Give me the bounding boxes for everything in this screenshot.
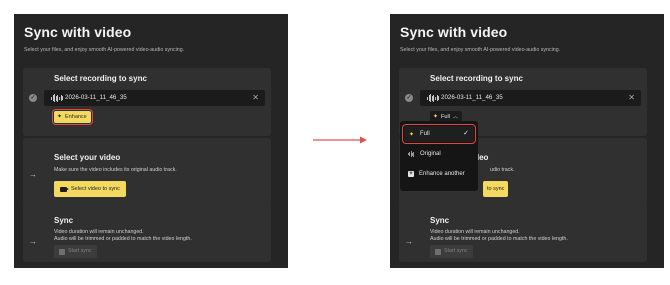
waveform-icon bbox=[51, 94, 63, 102]
start-sync-button-label: Start sync bbox=[444, 248, 468, 254]
recording-file-name: 2026-03-11_11_46_35 bbox=[441, 94, 503, 101]
checkmark-icon: ✓ bbox=[463, 130, 469, 137]
enhance-button[interactable]: ✦ Enhance bbox=[52, 109, 93, 125]
waveform-icon bbox=[427, 94, 439, 102]
sync-card-title: Sync bbox=[54, 216, 74, 225]
plus-icon: + bbox=[408, 171, 414, 177]
video-card-desc: Make sure the video includes its origina… bbox=[54, 167, 177, 173]
dropdown-item-original[interactable]: Original bbox=[404, 146, 474, 162]
close-icon[interactable]: ✕ bbox=[628, 93, 635, 103]
waveform-icon bbox=[408, 151, 415, 157]
dropdown-item-label: Enhance another bbox=[419, 171, 465, 177]
sync-card-desc-1: Video duration will remain unchanged. bbox=[54, 229, 144, 235]
dropdown-item-full[interactable]: ✦ Full ✓ bbox=[402, 124, 476, 144]
select-video-button-label: Select video to sync bbox=[71, 186, 120, 192]
select-video-button[interactable]: Select video to sync bbox=[54, 181, 126, 197]
check-icon: ✓ bbox=[405, 94, 413, 102]
arrow-right-icon: → bbox=[405, 237, 413, 246]
page-subtitle: Select your files, and enjoy smooth AI-p… bbox=[24, 47, 185, 53]
recording-card-title: Select recording to sync bbox=[430, 74, 523, 83]
sync-card-title: Sync bbox=[430, 216, 450, 225]
start-sync-button[interactable]: Start sync bbox=[54, 245, 97, 258]
page-title: Sync with video bbox=[24, 24, 132, 40]
start-sync-button-label: Start sync bbox=[68, 248, 92, 254]
recording-card: Select recording to sync ✓ 2026-03-11_11… bbox=[23, 68, 271, 136]
sync-icon bbox=[435, 248, 441, 255]
select-video-button[interactable]: to sync bbox=[483, 181, 509, 197]
arrow-right-icon: → bbox=[29, 170, 37, 179]
sparkle-icon: ✦ bbox=[408, 131, 415, 138]
video-camera-icon bbox=[60, 186, 69, 192]
sync-icon bbox=[59, 248, 65, 255]
recording-card-title: Select recording to sync bbox=[54, 74, 147, 83]
panel-after: Sync with video Select your files, and e… bbox=[390, 14, 664, 268]
close-icon[interactable]: ✕ bbox=[252, 93, 259, 103]
sync-card: Sync Video duration will remain unchange… bbox=[399, 201, 647, 262]
recording-file-field[interactable]: 2026-03-11_11_46_35 ✕ bbox=[420, 90, 641, 106]
video-card-desc: udio track. bbox=[490, 167, 515, 173]
sync-card: Sync Video duration will remain unchange… bbox=[23, 201, 271, 262]
check-icon: ✓ bbox=[29, 94, 37, 102]
video-card-title: Select your video bbox=[54, 153, 121, 162]
sync-card-desc-2: Audio will be trimmed or padded to match… bbox=[54, 236, 192, 242]
dropdown-item-label: Original bbox=[420, 151, 441, 157]
mode-dropdown-menu: ✦ Full ✓ Original + Enhance another bbox=[400, 121, 478, 191]
arrow-right-icon: → bbox=[29, 237, 37, 246]
select-video-button-label: to sync bbox=[487, 186, 505, 192]
video-card: Select your video Make sure the video in… bbox=[23, 138, 271, 204]
sync-card-desc-1: Video duration will remain unchanged. bbox=[430, 229, 520, 235]
recording-file-field[interactable]: 2026-03-11_11_46_35 ✕ bbox=[44, 90, 265, 106]
recording-file-name: 2026-03-11_11_46_35 bbox=[65, 94, 127, 101]
transition-arrow-icon bbox=[313, 136, 367, 144]
page-subtitle: Select your files, and enjoy smooth AI-p… bbox=[400, 47, 561, 53]
start-sync-button[interactable]: Start sync bbox=[430, 245, 473, 258]
panel-before: Sync with video Select your files, and e… bbox=[14, 14, 288, 268]
page-title: Sync with video bbox=[400, 24, 508, 40]
sync-card-desc-2: Audio will be trimmed or padded to match… bbox=[430, 236, 568, 242]
dropdown-item-enhance-another[interactable]: + Enhance another bbox=[404, 166, 474, 182]
dropdown-item-label: Full bbox=[420, 131, 430, 137]
sparkle-icon: ✦ bbox=[57, 114, 63, 120]
enhance-button-label: Enhance bbox=[65, 114, 87, 120]
